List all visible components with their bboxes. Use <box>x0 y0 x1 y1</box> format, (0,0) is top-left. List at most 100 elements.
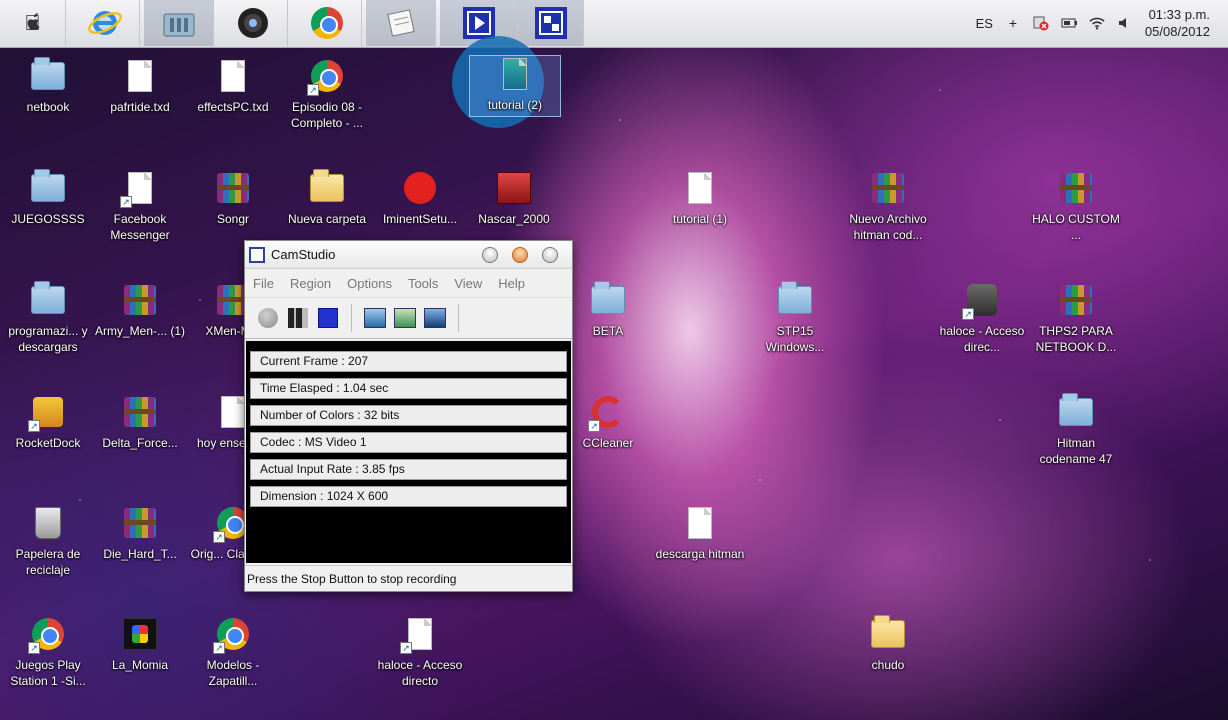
desktop-icon-episodio-08[interactable]: ↗ Episodio 08 - Completo - ... <box>279 58 375 131</box>
desktop-icon-tutorial-2[interactable]: tutorial (2) <box>469 55 561 117</box>
swf-icon <box>424 308 446 328</box>
toolbar-separator <box>458 304 459 332</box>
webcam-button[interactable] <box>218 0 288 46</box>
chrome-button[interactable] <box>292 0 362 46</box>
desktop-icon-programazi[interactable]: programazi... y descargars <box>0 281 96 355</box>
desktop-icon-nueva-carpeta[interactable]: Nueva carpeta <box>279 169 375 227</box>
desktop-icon-juegossss[interactable]: JUEGOSSSS <box>0 169 96 227</box>
clock-time: 01:33 p.m. <box>1148 7 1210 22</box>
winrar-archive-icon <box>124 285 156 315</box>
internet-explorer-button[interactable] <box>70 0 140 46</box>
desktop-icon-iminentsetup[interactable]: IminentSetu... <box>372 170 468 227</box>
desktop-icon-beta[interactable]: BETA <box>560 281 656 339</box>
desktop-icon-netbook[interactable]: netbook <box>0 57 96 115</box>
current-frame: Current Frame : 207 <box>250 351 567 372</box>
icon-label: Nueva carpeta <box>287 212 367 226</box>
icon-label: Songr <box>216 212 250 226</box>
apple-menu-button[interactable]:  <box>0 0 66 46</box>
desktop-icon-chudo[interactable]: chudo <box>840 615 936 673</box>
icon-label: tutorial (2) <box>487 98 543 112</box>
libraries-button[interactable] <box>144 0 214 46</box>
desktop-icon-stp15-windows[interactable]: STP15 Windows... <box>747 281 843 355</box>
document-icon <box>128 60 152 92</box>
desktop-icon-facebook-messenger[interactable]: ↗ Facebook Messenger <box>92 170 188 243</box>
desktop-icon-la-momia[interactable]: La_Momia <box>92 616 188 673</box>
icon-label: RocketDock <box>15 436 81 450</box>
volume-icon[interactable] <box>1117 15 1133 31</box>
shortcut-arrow-icon: ↗ <box>120 196 132 208</box>
wifi-icon[interactable] <box>1089 15 1105 31</box>
stop-button[interactable] <box>317 307 339 329</box>
winrar-archive-icon <box>1060 285 1092 315</box>
winrar-archive-icon <box>1060 173 1092 203</box>
desktop-icon-pafrtide[interactable]: pafrtide.txd <box>92 58 188 115</box>
record-button[interactable] <box>257 307 279 329</box>
desktop-icon-army-men[interactable]: Army_Men-... (1) <box>92 282 188 339</box>
desktop-icon-hitman-codename-47[interactable]: Hitman codename 47 <box>1028 393 1124 467</box>
menu-options[interactable]: Options <box>347 276 392 291</box>
window-titlebar[interactable]: CamStudio <box>245 241 572 269</box>
close-button[interactable] <box>542 246 558 263</box>
desktop-icon-halo-custom[interactable]: HALO CUSTOM ... <box>1028 170 1124 243</box>
menu-tools[interactable]: Tools <box>408 276 438 291</box>
apple-icon <box>27 13 40 30</box>
desktop-icon-modelos-zapatill[interactable]: ↗ Modelos - Zapatill... <box>185 616 281 689</box>
taskbar:  ES + 01:33 p.m. 05/08/2012 <box>0 0 1228 48</box>
clock-date: 05/08/2012 <box>1144 24 1210 39</box>
desktop-icon-tutorial-1[interactable]: tutorial (1) <box>652 170 748 227</box>
camstudio-app-icon <box>249 246 265 263</box>
network-error-icon[interactable] <box>1033 15 1049 31</box>
menu-help[interactable]: Help <box>498 276 525 291</box>
playstation-icon <box>123 618 157 650</box>
desktop-icon-papelera-de-reciclaje[interactable]: Papelera de reciclaje <box>0 505 96 578</box>
desktop-icon-songr[interactable]: Songr <box>185 170 281 227</box>
folder-icon <box>31 281 65 314</box>
menu-region[interactable]: Region <box>290 276 331 291</box>
icon-label: programazi... y descargars <box>8 324 88 354</box>
region-button[interactable] <box>364 307 386 329</box>
desktop-icon-effectspc[interactable]: effectsPC.txd <box>185 58 281 115</box>
pause-button[interactable] <box>287 307 309 329</box>
icon-label: netbook <box>26 100 70 114</box>
document-icon <box>688 172 712 204</box>
status-bar: Press the Stop Button to stop recording <box>245 565 572 591</box>
desktop-icon-ccleaner[interactable]: ↗ CCleaner <box>560 394 656 451</box>
folder-icon <box>31 57 65 90</box>
plus-icon[interactable]: + <box>1005 15 1021 31</box>
desktop-icon-haloce-acceso-direc[interactable]: ↗ haloce - Acceso direc... <box>934 282 1030 355</box>
desktop-icon-thps2[interactable]: THPS2 PARA NETBOOK D... <box>1028 282 1124 355</box>
window-title: CamStudio <box>271 247 336 262</box>
desktop-icon-delta-force[interactable]: Delta_Force... <box>92 394 188 451</box>
maximize-button[interactable] <box>512 246 528 263</box>
desktop-icon-die-hard[interactable]: Die_Hard_T... <box>92 505 188 562</box>
winrar-archive-icon <box>124 397 156 427</box>
menu-view[interactable]: View <box>454 276 482 291</box>
minimize-button[interactable] <box>482 246 498 263</box>
annotation-button[interactable] <box>394 307 416 329</box>
camstudio-button[interactable] <box>518 0 584 46</box>
clock[interactable]: 01:33 p.m. 05/08/2012 <box>1145 6 1210 40</box>
desktop-icon-nuevo-archivo-hitman[interactable]: Nuevo Archivo hitman cod... <box>840 170 936 243</box>
desktop-icon-descarga-hitman[interactable]: descarga hitman <box>652 505 748 562</box>
icon-label: La_Momia <box>111 658 169 672</box>
video-file-icon <box>688 507 712 539</box>
battery-icon[interactable] <box>1061 15 1077 31</box>
icon-label: CCleaner <box>582 436 634 450</box>
folder-icon <box>591 281 625 314</box>
folder-icon <box>778 281 812 314</box>
icon-label: Delta_Force... <box>102 436 178 450</box>
icon-label: Nuevo Archivo hitman cod... <box>849 212 927 242</box>
desktop-icon-rocketdock[interactable]: ↗ RocketDock <box>0 394 96 451</box>
notepad-button[interactable] <box>366 0 436 46</box>
desktop-icon-nascar-2000[interactable]: Nascar_2000 <box>466 170 562 227</box>
swf-button[interactable] <box>424 307 446 329</box>
iminent-icon <box>404 172 436 204</box>
desktop-icon-juegos-play-station[interactable]: ↗ Juegos Play Station 1 -Si... <box>0 616 96 689</box>
codec: Codec : MS Video 1 <box>250 432 567 453</box>
menu-file[interactable]: File <box>253 276 274 291</box>
desktop-icon-haloce-acceso-directo[interactable]: ↗ haloce - Acceso directo <box>372 616 468 689</box>
recording-info-panel: Current Frame : 207 Time Elasped : 1.04 … <box>246 341 571 563</box>
region-icon <box>364 308 386 328</box>
language-indicator[interactable]: ES <box>976 16 993 31</box>
number-of-colors: Number of Colors : 32 bits <box>250 405 567 426</box>
